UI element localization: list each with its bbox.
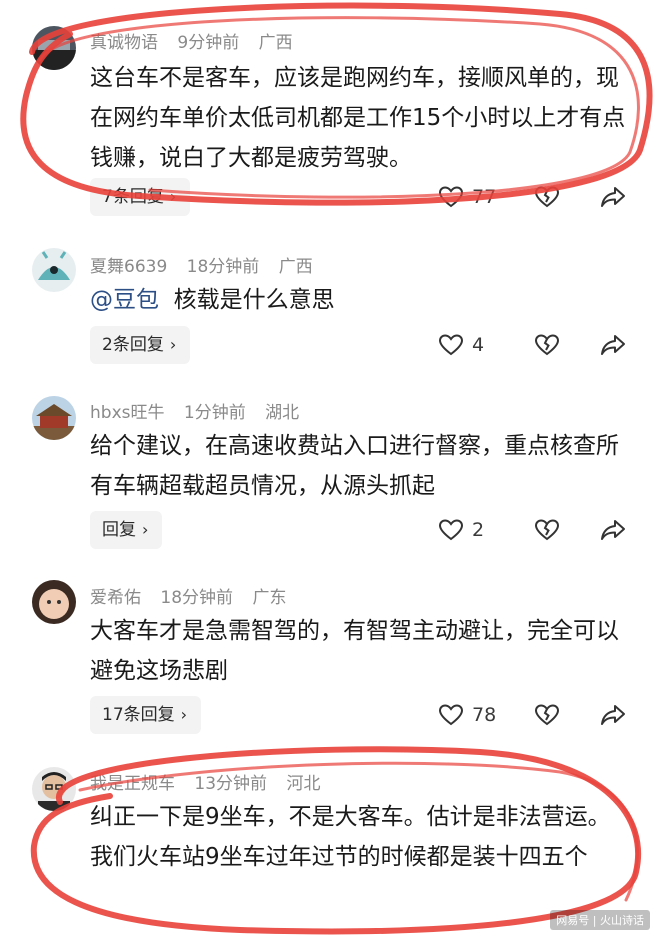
share-arrow-icon [601, 187, 625, 207]
comment-text: 大客车才是急需智驾的，有智驾主动避让，完全可以避免这场悲剧 [90, 618, 619, 684]
share-button[interactable] [600, 696, 626, 734]
replies-label: 2条回复 [102, 335, 164, 355]
replies-button[interactable]: 17条回复 › [90, 696, 202, 734]
share-button[interactable] [600, 511, 626, 549]
location: 广东 [252, 588, 287, 608]
comment-meta: 真诚物语 9分钟前 广西 [90, 28, 307, 53]
comment-actions: 77 [438, 178, 638, 216]
dislike-button[interactable] [534, 696, 560, 734]
avatar[interactable] [32, 396, 76, 440]
broken-heart-icon [534, 519, 560, 541]
avatar[interactable] [32, 248, 76, 292]
heart-outline-icon [438, 519, 464, 541]
timestamp: 9分钟前 [177, 33, 240, 53]
share-arrow-icon [601, 335, 625, 355]
dislike-button[interactable] [534, 178, 560, 216]
chevron-right-icon: › [142, 520, 149, 539]
dislike-button[interactable] [534, 511, 560, 549]
timestamp: 13分钟前 [194, 774, 268, 794]
like-button[interactable]: 77 [438, 178, 496, 216]
username[interactable]: hbxs旺牛 [90, 403, 164, 423]
username[interactable]: 夏舞6639 [90, 257, 167, 277]
comment-meta: 我是正规车 13分钟前 河北 [90, 769, 334, 794]
timestamp: 1分钟前 [183, 403, 246, 423]
avatar[interactable] [32, 580, 76, 624]
like-button[interactable]: 4 [438, 326, 484, 364]
mention-link[interactable]: @豆包 [90, 287, 159, 313]
replies-label: 7条回复 [102, 187, 164, 207]
replies-label: 回复 [102, 520, 136, 540]
replies-label: 17条回复 [102, 705, 175, 725]
location: 湖北 [265, 403, 300, 423]
username[interactable]: 我是正规车 [90, 774, 175, 794]
avatar[interactable] [32, 26, 76, 70]
heart-outline-icon [438, 704, 464, 726]
replies-button[interactable]: 回复 › [90, 511, 163, 549]
comment-meta: 夏舞6639 18分钟前 广西 [90, 252, 327, 277]
chevron-right-icon: › [169, 187, 177, 206]
comment-body: 核载是什么意思 [173, 287, 335, 313]
like-button[interactable]: 2 [438, 511, 484, 549]
broken-heart-icon [534, 334, 560, 356]
comment-meta: hbxs旺牛 1分钟前 湖北 [90, 398, 313, 423]
chevron-right-icon: › [169, 335, 177, 354]
like-button[interactable]: 78 [438, 696, 496, 734]
timestamp: 18分钟前 [160, 588, 234, 608]
comment-text: 这台车不是客车，应该是跑网约车，接顺风单的，现在网约车单价太低司机都是工作15个… [90, 65, 626, 171]
share-button[interactable] [600, 178, 626, 216]
broken-heart-icon [534, 704, 560, 726]
comment-actions: 78 [438, 696, 638, 734]
share-button[interactable] [600, 326, 626, 364]
timestamp: 18分钟前 [186, 257, 260, 277]
replies-button[interactable]: 7条回复 › [90, 178, 191, 216]
comment-text: 给个建议，在高速收费站入口进行督察，重点核查所有车辆超载超员情况，从源头抓起 [90, 433, 619, 499]
dislike-button[interactable] [534, 326, 560, 364]
heart-outline-icon [438, 334, 464, 356]
share-arrow-icon [601, 520, 625, 540]
like-count: 77 [472, 186, 497, 208]
like-count: 78 [472, 704, 497, 726]
heart-outline-icon [438, 186, 464, 208]
username[interactable]: 爱希佑 [90, 588, 141, 608]
chevron-right-icon: › [180, 705, 188, 724]
broken-heart-icon [534, 186, 560, 208]
like-count: 4 [472, 334, 485, 356]
location: 广西 [278, 257, 313, 277]
replies-button[interactable]: 2条回复 › [90, 326, 191, 364]
comment-text: 纠正一下是9坐车，不是大客车。估计是非法营运。我们火车站9坐车过年过节的时候都是… [90, 804, 611, 870]
watermark: 网易号 | 火山诗话 [550, 910, 650, 930]
comment-text: @豆包 核载是什么意思 [90, 280, 630, 320]
comment-actions: 2 [438, 511, 638, 549]
location: 河北 [286, 774, 321, 794]
comment-actions: 4 [438, 326, 638, 364]
location: 广西 [258, 33, 293, 53]
username[interactable]: 真诚物语 [90, 33, 158, 53]
avatar[interactable] [32, 767, 76, 811]
share-arrow-icon [601, 705, 625, 725]
comment-meta: 爱希佑 18分钟前 广东 [90, 583, 300, 608]
like-count: 2 [472, 519, 485, 541]
